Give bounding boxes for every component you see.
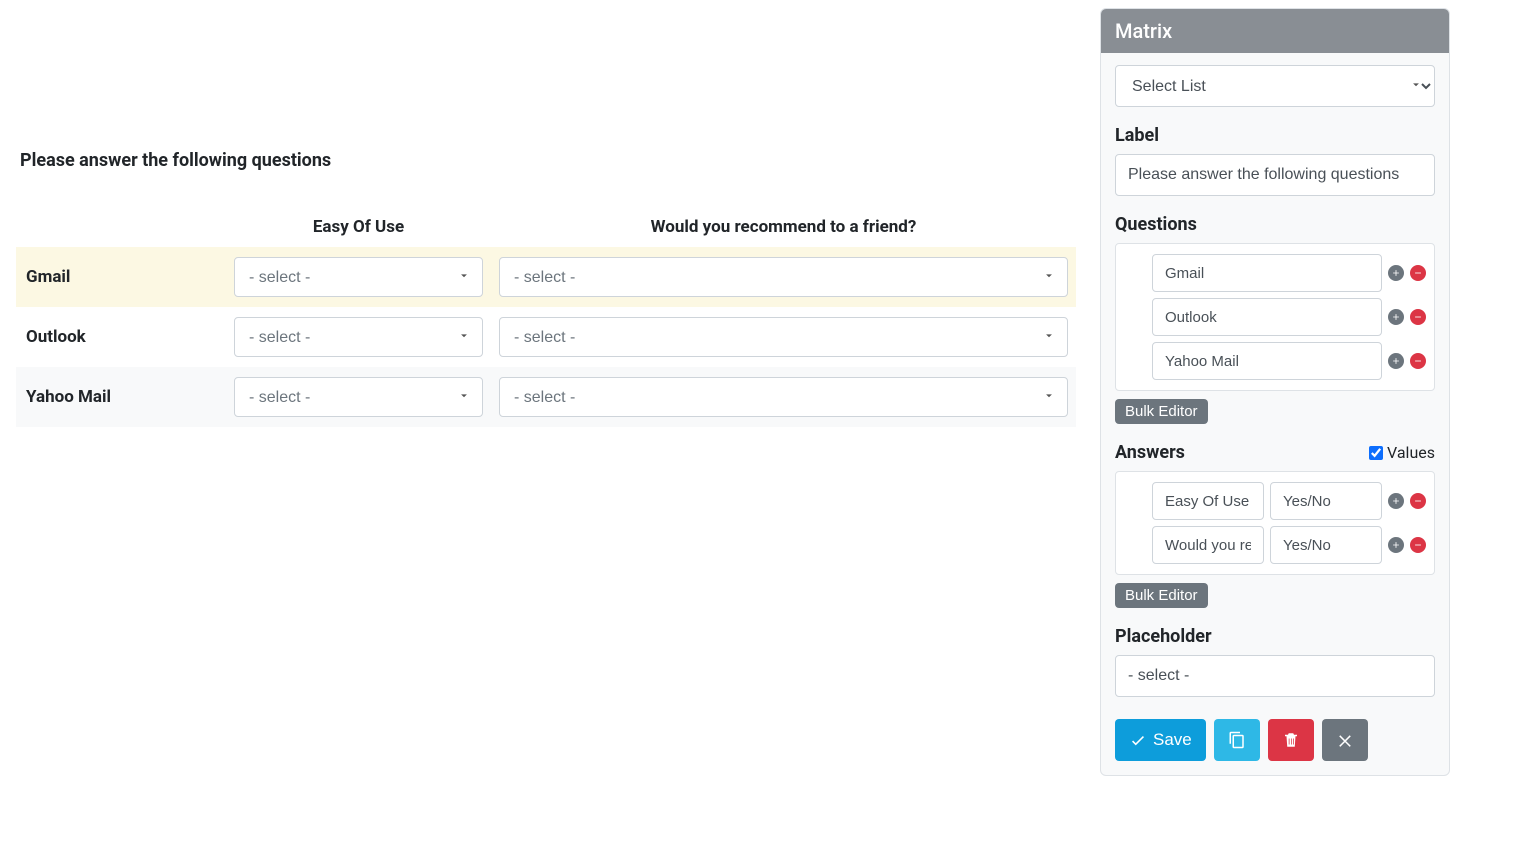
bulk-editor-button[interactable]: Bulk Editor: [1115, 583, 1208, 608]
row-label: Gmail: [16, 247, 226, 307]
matrix-select[interactable]: - select -: [499, 377, 1068, 417]
copy-button[interactable]: [1214, 719, 1260, 761]
minus-icon[interactable]: [1410, 493, 1426, 509]
properties-panel: Matrix Select List Label Questions: [1100, 8, 1450, 776]
column-header: Would you recommend to a friend?: [491, 207, 1076, 247]
questions-list: [1115, 243, 1435, 391]
matrix-table: Easy Of Use Would you recommend to a fri…: [16, 207, 1076, 427]
row-label: Outlook: [16, 307, 226, 367]
questions-heading: Questions: [1115, 214, 1435, 235]
bulk-editor-button[interactable]: Bulk Editor: [1115, 399, 1208, 424]
placeholder-heading: Placeholder: [1115, 626, 1435, 647]
plus-icon[interactable]: [1388, 353, 1404, 369]
answer-label-input[interactable]: [1152, 482, 1264, 520]
column-header: Easy Of Use: [226, 207, 491, 247]
preview-area: Please answer the following questions Ea…: [0, 0, 1092, 863]
label-input[interactable]: [1115, 154, 1435, 196]
answers-heading: Answers Values: [1115, 442, 1435, 463]
table-row: Yahoo Mail - select - - select -: [16, 367, 1076, 427]
trash-icon: [1282, 731, 1300, 749]
plus-icon[interactable]: [1388, 265, 1404, 281]
matrix-select[interactable]: - select -: [499, 257, 1068, 297]
table-row: Outlook - select - - select -: [16, 307, 1076, 367]
close-icon: [1336, 731, 1354, 749]
answer-label-input[interactable]: [1152, 526, 1264, 564]
minus-icon[interactable]: [1410, 309, 1426, 325]
field-type-select[interactable]: Select List: [1115, 65, 1435, 107]
question-input[interactable]: [1152, 254, 1382, 292]
row-label: Yahoo Mail: [16, 367, 226, 427]
minus-icon[interactable]: [1410, 537, 1426, 553]
answer-value-input[interactable]: [1270, 526, 1382, 564]
delete-button[interactable]: [1268, 719, 1314, 761]
matrix-select[interactable]: - select -: [499, 317, 1068, 357]
plus-icon[interactable]: [1388, 537, 1404, 553]
values-checkbox-label[interactable]: Values: [1369, 443, 1435, 462]
save-button[interactable]: Save: [1115, 719, 1206, 761]
values-checkbox[interactable]: [1369, 446, 1383, 460]
question-input[interactable]: [1152, 298, 1382, 336]
matrix-select[interactable]: - select -: [234, 317, 483, 357]
close-button[interactable]: [1322, 719, 1368, 761]
panel-title: Matrix: [1101, 9, 1449, 53]
plus-icon[interactable]: [1388, 493, 1404, 509]
matrix-select[interactable]: - select -: [234, 257, 483, 297]
answers-list: [1115, 471, 1435, 575]
label-heading: Label: [1115, 125, 1435, 146]
question-input[interactable]: [1152, 342, 1382, 380]
minus-icon[interactable]: [1410, 353, 1426, 369]
plus-icon[interactable]: [1388, 309, 1404, 325]
placeholder-input[interactable]: [1115, 655, 1435, 697]
minus-icon[interactable]: [1410, 265, 1426, 281]
copy-icon: [1228, 731, 1246, 749]
matrix-select[interactable]: - select -: [234, 377, 483, 417]
check-icon: [1129, 731, 1147, 749]
answer-value-input[interactable]: [1270, 482, 1382, 520]
matrix-title: Please answer the following questions: [16, 150, 1076, 171]
table-row: Gmail - select - - select -: [16, 247, 1076, 307]
